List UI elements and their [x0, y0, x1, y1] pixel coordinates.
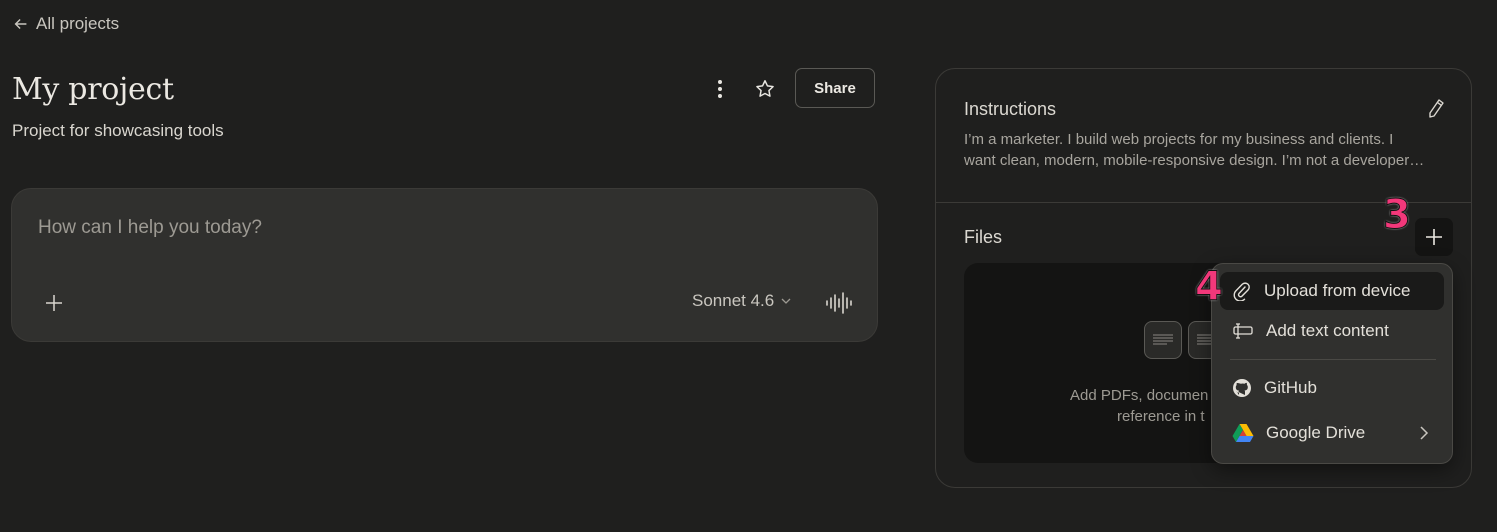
chevron-down-icon [781, 298, 791, 304]
plus-icon [1426, 229, 1442, 245]
plus-icon [46, 295, 62, 311]
back-to-all-projects-link[interactable]: All projects [12, 14, 119, 34]
more-options-button[interactable] [707, 76, 733, 102]
files-heading: Files [964, 227, 1003, 247]
document-icon [1144, 321, 1182, 359]
chat-composer: Sonnet 4.6 [11, 188, 878, 342]
menu-item-upload-from-device[interactable]: Upload from device [1220, 272, 1444, 310]
add-files-button[interactable] [1415, 218, 1453, 256]
instructions-heading: Instructions [964, 99, 1057, 119]
attach-button[interactable] [40, 289, 68, 317]
text-field-icon [1233, 323, 1253, 339]
google-drive-icon [1232, 424, 1254, 442]
step-4-annotation: 4 [1195, 264, 1224, 311]
page-title: My project [12, 72, 174, 107]
arrow-left-icon [14, 18, 27, 30]
back-link-label: All projects [36, 14, 120, 33]
instructions-preview[interactable]: I’m a marketer. I build web projects for… [964, 129, 1454, 171]
project-description: Project for showcasing tools [12, 121, 224, 140]
favorite-button[interactable] [751, 75, 779, 103]
chat-input[interactable] [38, 217, 838, 239]
github-icon [1233, 379, 1251, 397]
pencil-icon [1429, 99, 1444, 118]
share-button[interactable]: Share [795, 68, 875, 108]
add-files-menu: Upload from device Add text content GitH… [1211, 263, 1453, 464]
paperclip-icon [1233, 282, 1250, 301]
edit-instructions-button[interactable] [1424, 97, 1448, 121]
menu-item-github[interactable]: GitHub [1220, 369, 1444, 407]
step-3-annotation: 3 [1383, 192, 1412, 239]
model-name: Sonnet 4.6 [692, 291, 775, 310]
menu-divider [1230, 359, 1436, 360]
chevron-right-icon [1420, 426, 1429, 440]
menu-item-add-text-content[interactable]: Add text content [1220, 312, 1444, 350]
voice-mode-button[interactable] [824, 289, 854, 317]
model-selector[interactable]: Sonnet 4.6 [692, 291, 792, 311]
menu-item-google-drive[interactable]: Google Drive [1220, 414, 1444, 452]
star-icon [756, 80, 774, 97]
waveform-icon [826, 292, 852, 314]
more-vertical-icon [718, 80, 722, 98]
